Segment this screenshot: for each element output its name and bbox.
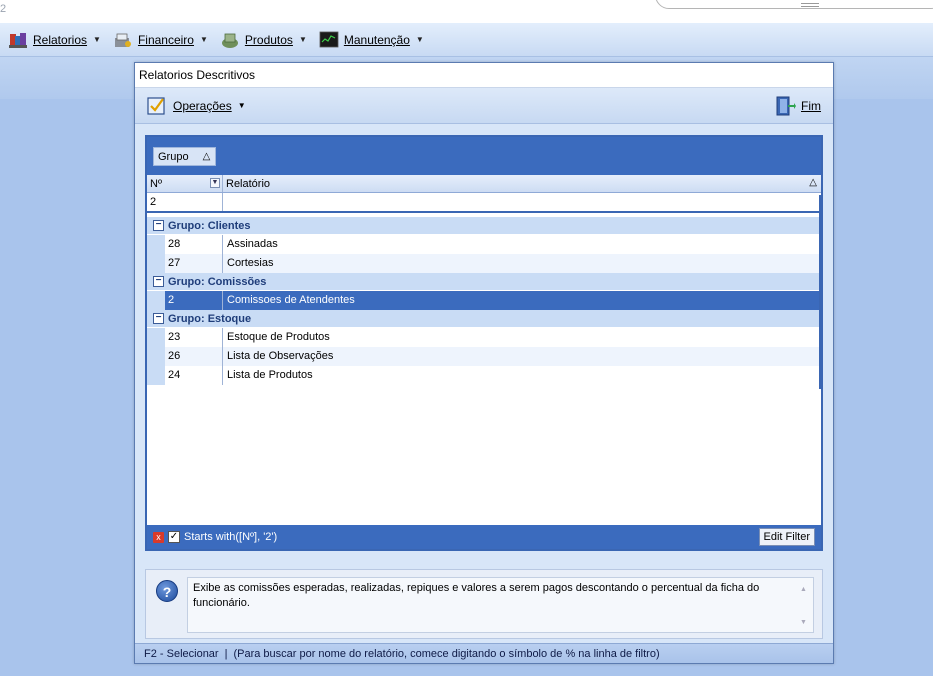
collapse-icon[interactable]: −	[153, 276, 164, 287]
sort-ascending-icon: △	[809, 177, 817, 188]
group-by-panel: Grupo △	[147, 137, 821, 175]
table-row[interactable]: 28 Assinadas	[147, 235, 821, 254]
menu-relatorios-label: Relatorios	[33, 32, 88, 47]
exit-button[interactable]: Fim	[774, 96, 821, 116]
cell-n: 26	[165, 347, 223, 366]
column-header-relatorio-label: Relatório	[226, 177, 271, 190]
edit-filter-button[interactable]: Edit Filter	[758, 528, 815, 546]
exit-label: Fim	[801, 98, 821, 113]
group-title: Grupo: Comissões	[168, 275, 267, 288]
chevron-down-icon: ▼	[237, 101, 246, 110]
status-hint: (Para buscar por nome do relatório, come…	[233, 647, 660, 660]
filter-dropdown-icon[interactable]: ▼	[210, 178, 220, 188]
scroll-up-icon[interactable]: ▲	[800, 582, 807, 597]
menu-produtos-label: Produtos	[244, 32, 293, 47]
clear-filter-icon[interactable]: x	[153, 531, 164, 543]
table-row[interactable]: 26 Lista de Observações	[147, 347, 821, 366]
main-menubar: Relatorios ▼ Financeiro ▼ Produtos ▼ Man…	[0, 23, 933, 57]
status-separator: |	[224, 647, 228, 660]
grip-icon	[801, 3, 819, 7]
chevron-down-icon: ▼	[199, 35, 208, 44]
exit-door-icon	[776, 96, 796, 115]
reports-grid: Grupo △ Nº ▼ Relatório △ 2 − Grupo: Clien…	[145, 135, 823, 551]
active-filter-text: Starts with([Nº], '2')	[184, 531, 278, 543]
column-header-n[interactable]: Nº ▼	[147, 175, 223, 192]
group-row[interactable]: − Grupo: Comissões	[147, 273, 821, 291]
corner-text: 2	[0, 3, 7, 15]
column-header-row: Nº ▼ Relatório △	[147, 175, 821, 193]
money-icon	[114, 33, 131, 47]
cell-n: 24	[165, 366, 223, 385]
cell-n: 27	[165, 254, 223, 273]
filter-input-n[interactable]: 2	[147, 193, 223, 211]
filter-row: 2	[147, 193, 821, 213]
dialog-title: Relatorios Descritivos	[135, 63, 833, 88]
group-indent	[147, 347, 165, 366]
active-filter-panel: x ✓ Starts with([Nº], '2') Edit Filter	[147, 525, 821, 549]
cell-n: 2	[165, 291, 223, 310]
grid-divider	[819, 195, 821, 389]
menu-relatorios[interactable]: Relatorios ▼	[8, 31, 101, 49]
group-row[interactable]: − Grupo: Estoque	[147, 310, 821, 328]
table-row[interactable]: 24 Lista de Produtos	[147, 366, 821, 385]
group-title: Grupo: Estoque	[168, 312, 252, 325]
monitor-icon	[319, 31, 339, 47]
sort-ascending-icon: △	[202, 151, 211, 162]
products-icon	[221, 33, 238, 48]
description-panel: ? Exibe as comissões esperadas, realizad…	[145, 569, 823, 639]
group-indent	[147, 366, 165, 385]
chevron-down-icon: ▼	[298, 35, 307, 44]
help-icon: ?	[156, 580, 178, 602]
cell-relatorio: Cortesias	[223, 254, 821, 273]
relatorios-dialog: Relatorios Descritivos Operações ▼ Fim G…	[134, 62, 834, 664]
column-header-n-label: Nº	[150, 177, 162, 190]
filter-input-relatorio[interactable]	[223, 193, 821, 211]
collapse-icon[interactable]: −	[153, 313, 164, 324]
group-row[interactable]: − Grupo: Clientes	[147, 217, 821, 235]
description-text: Exibe as comissões esperadas, realizadas…	[187, 577, 814, 633]
group-indent	[147, 328, 165, 347]
group-indent	[147, 235, 165, 254]
status-shortcut: F2 - Selecionar	[144, 647, 219, 660]
cell-relatorio: Comissoes de Atendentes	[223, 291, 821, 310]
chevron-down-icon: ▼	[93, 35, 101, 44]
group-indent	[147, 254, 165, 273]
cell-relatorio: Estoque de Produtos	[227, 331, 330, 343]
dialog-toolbar: Operações ▼ Fim	[135, 88, 833, 124]
menu-financeiro-label: Financeiro	[137, 32, 194, 47]
operations-label: Operações	[173, 98, 232, 113]
table-row[interactable]: 23 Estoque de Produtos	[147, 328, 821, 347]
group-by-label: Grupo	[158, 150, 189, 163]
collapse-icon[interactable]: −	[153, 220, 164, 231]
operations-menu[interactable]: Operações ▼	[146, 96, 246, 116]
group-by-button[interactable]: Grupo △	[153, 147, 217, 166]
cell-relatorio: Lista de Produtos	[227, 369, 313, 381]
column-header-relatorio[interactable]: Relatório △	[223, 175, 821, 192]
window-tab-decoration	[655, 0, 933, 9]
cell-relatorio: Assinadas	[227, 238, 278, 250]
chevron-down-icon: ▼	[415, 35, 424, 44]
cell-relatorio: Lista de Observações	[223, 347, 821, 366]
menu-manutencao[interactable]: Manutenção ▼	[319, 31, 424, 49]
group-title: Grupo: Clientes	[168, 219, 251, 232]
status-bar: F2 - Selecionar | (Para buscar por nome …	[135, 643, 833, 663]
group-indent	[147, 291, 165, 310]
description-scrollbar[interactable]: ▲ ▼	[797, 580, 811, 630]
description-body: Exibe as comissões esperadas, realizadas…	[193, 582, 760, 609]
table-row[interactable]: 27 Cortesias	[147, 254, 821, 273]
menu-manutencao-label: Manutenção	[343, 32, 410, 47]
table-row[interactable]: 2 Comissoes de Atendentes	[147, 291, 821, 310]
top-strip: 2	[0, 0, 933, 23]
filter-enabled-checkbox[interactable]: ✓	[168, 531, 180, 543]
menu-produtos[interactable]: Produtos ▼	[220, 31, 307, 49]
grid-rows: − Grupo: Clientes 28 Assinadas 27 Cortesias − G…	[147, 213, 821, 385]
cell-n: 28	[165, 235, 223, 254]
cell-n: 23	[165, 328, 223, 347]
operations-icon	[147, 96, 165, 115]
scroll-down-icon[interactable]: ▼	[800, 615, 807, 630]
menu-financeiro[interactable]: Financeiro ▼	[113, 31, 208, 49]
reports-icon	[9, 32, 27, 48]
